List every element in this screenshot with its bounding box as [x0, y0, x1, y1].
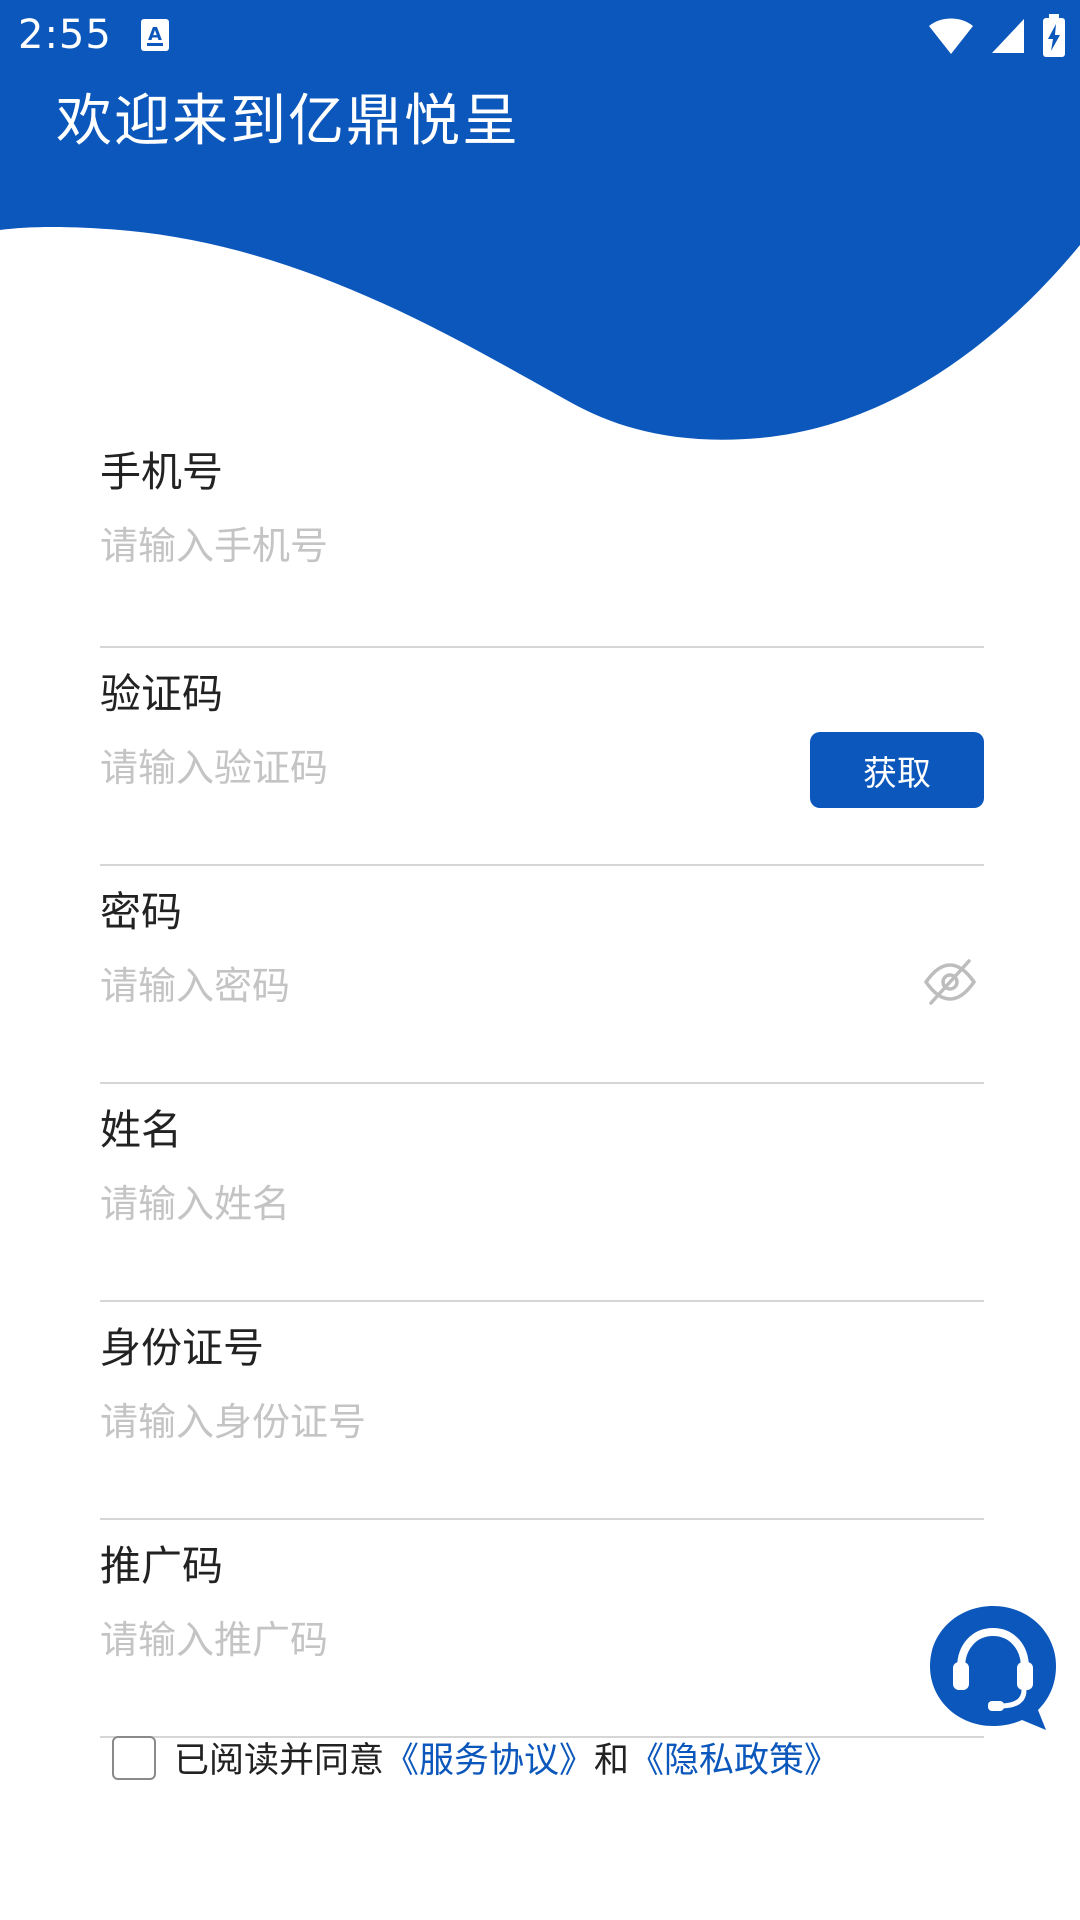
status-bar: 2:55 A: [0, 0, 1080, 72]
code-label: 验证码: [100, 670, 223, 718]
svg-text:A: A: [148, 24, 162, 45]
status-time: 2:55: [18, 12, 112, 58]
password-label: 密码: [100, 888, 182, 936]
agreement-and: 和: [594, 1741, 630, 1781]
password-visibility-toggle[interactable]: [922, 954, 978, 1010]
name-input[interactable]: [100, 1174, 740, 1234]
headset-chat-icon: [930, 1606, 1056, 1730]
referral-label: 推广码: [100, 1542, 223, 1590]
id-number-field: 身份证号: [100, 1302, 984, 1520]
code-input[interactable]: [100, 738, 660, 798]
phone-label: 手机号: [100, 448, 223, 496]
register-form: 手机号 验证码 获取 密码 姓名 身份证号: [100, 430, 984, 1738]
agreement-prefix: 已阅读并同意: [174, 1741, 385, 1781]
password-field: 密码: [100, 866, 984, 1084]
register-screen: 2:55 A 欢迎来到亿鼎悦呈 手机号 验证码: [0, 0, 1080, 1920]
status-icons: [928, 14, 1066, 58]
phone-input[interactable]: [100, 516, 740, 576]
code-field: 验证码 获取: [100, 648, 984, 866]
name-field: 姓名: [100, 1084, 984, 1302]
id-number-label: 身份证号: [100, 1324, 264, 1372]
a-box-icon: A: [141, 19, 169, 51]
phone-field: 手机号: [100, 430, 984, 648]
agreement-row: 已阅读并同意 《服务协议》 和 《隐私政策》: [112, 1732, 839, 1783]
password-input[interactable]: [100, 956, 740, 1016]
eye-off-icon: [923, 959, 977, 1005]
name-label: 姓名: [100, 1106, 182, 1154]
privacy-policy-link[interactable]: 《隐私政策》: [629, 1732, 839, 1783]
get-code-button[interactable]: 获取: [810, 732, 984, 808]
id-number-input[interactable]: [100, 1392, 740, 1452]
customer-support-button[interactable]: [928, 1602, 1058, 1732]
welcome-title: 欢迎来到亿鼎悦呈: [56, 89, 520, 154]
signal-icon: [992, 19, 1024, 53]
referral-input[interactable]: [100, 1610, 740, 1670]
battery-charging-icon: [1043, 14, 1065, 57]
wifi-icon: [929, 18, 973, 54]
service-agreement-link[interactable]: 《服务协议》: [384, 1732, 594, 1783]
agreement-checkbox[interactable]: [112, 1735, 156, 1780]
referral-field: 推广码: [100, 1520, 984, 1738]
